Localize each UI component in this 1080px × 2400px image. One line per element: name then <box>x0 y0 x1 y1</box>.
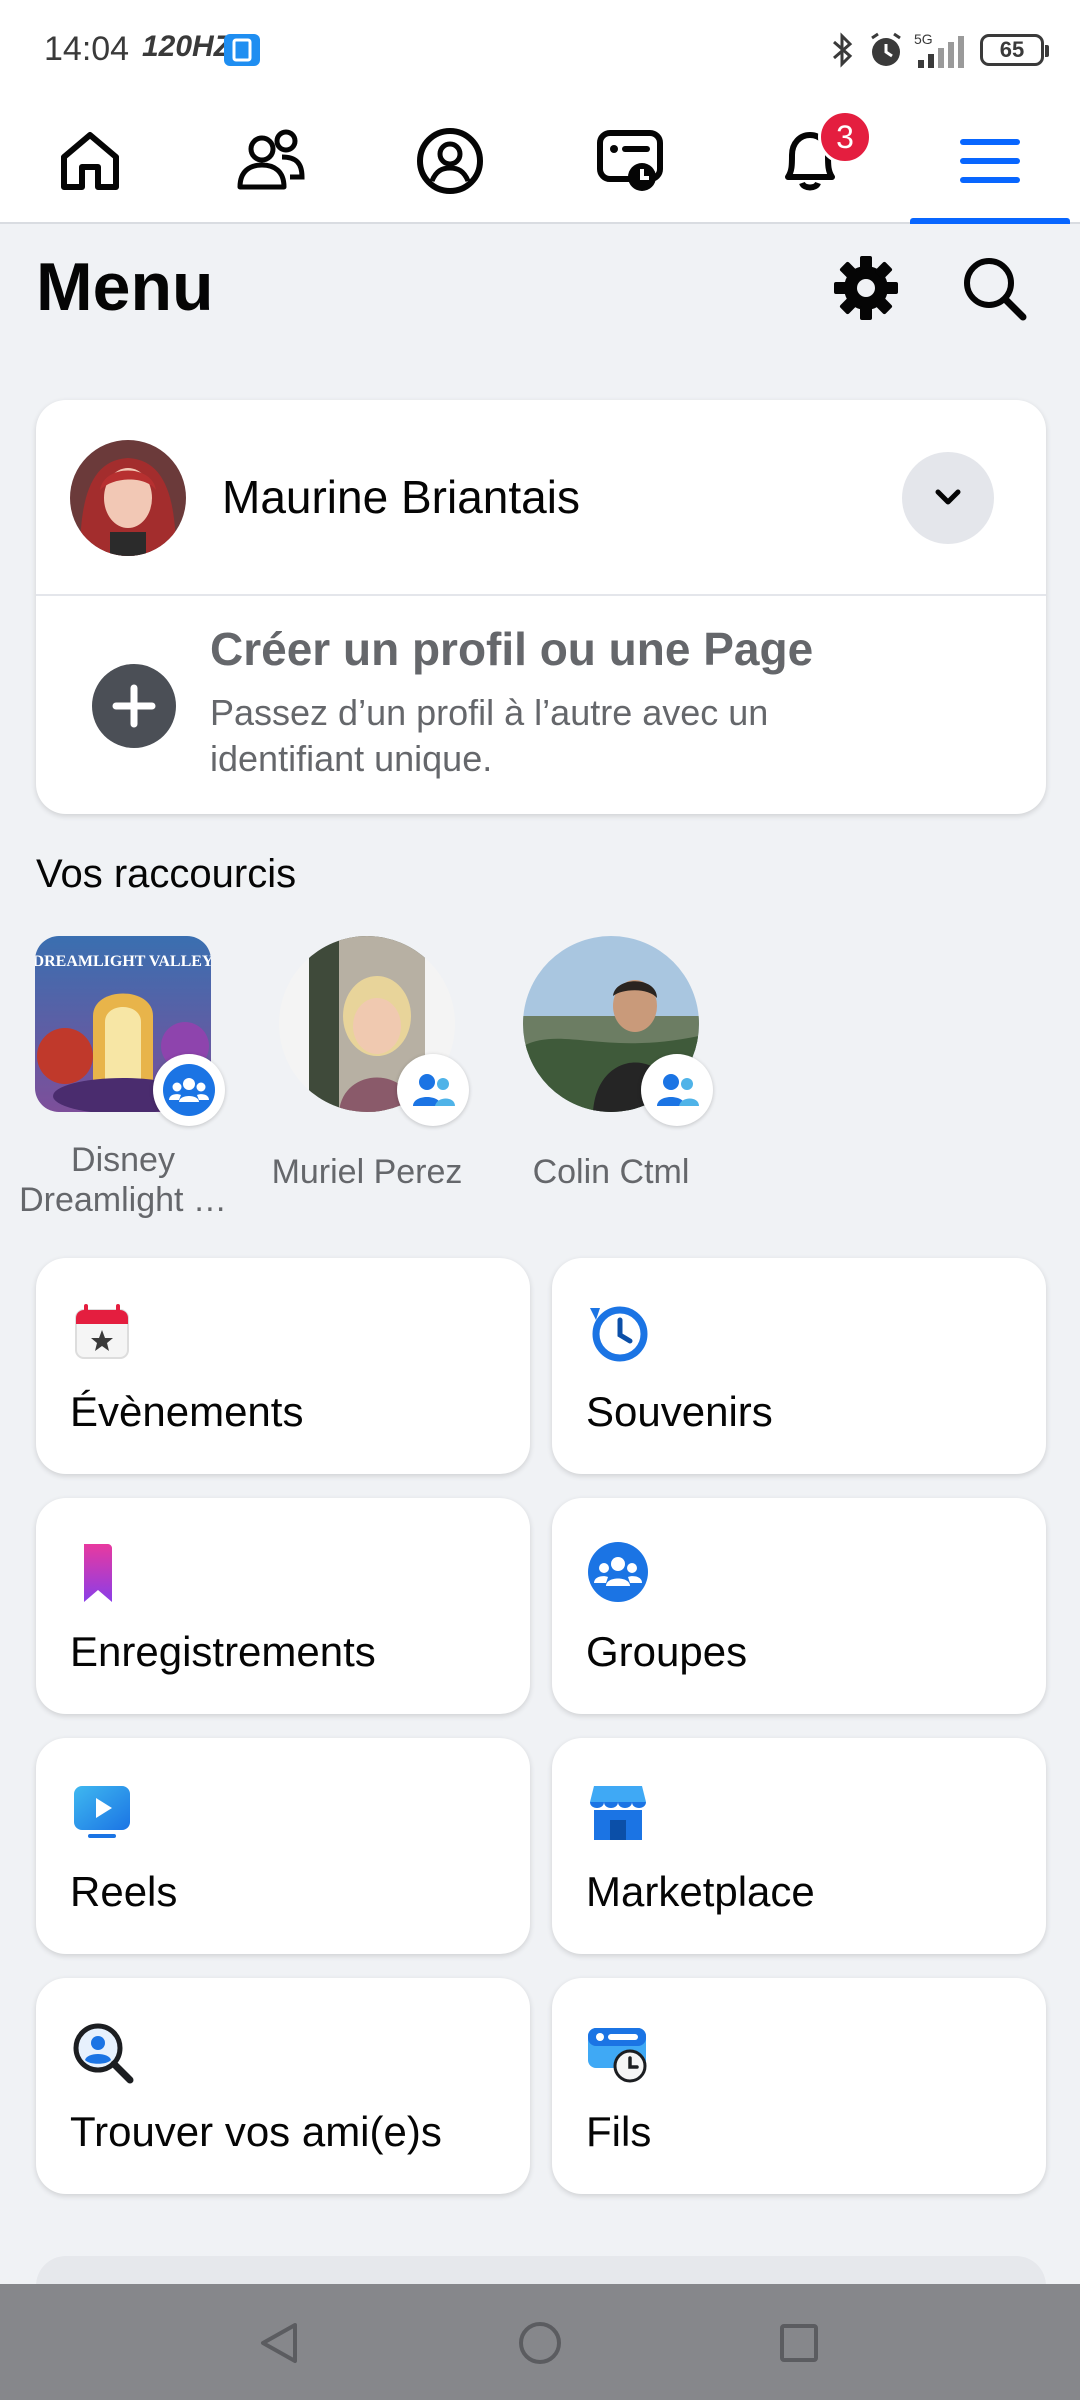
nav-notifications[interactable]: 3 <box>730 100 890 222</box>
shortcut-image <box>523 936 713 1126</box>
tile-label: Trouver vos ami(e)s <box>70 2108 442 2155</box>
friends-icon <box>413 1074 455 1106</box>
shortcut-label: Disney Dreamlight … <box>19 1141 227 1219</box>
calendar-star-icon <box>75 1304 129 1359</box>
shortcut-label: Muriel Perez <box>271 1153 463 1191</box>
top-nav: 3 <box>0 100 1080 224</box>
tile-label: Enregistrements <box>70 1628 376 1675</box>
system-back-button[interactable] <box>244 2308 314 2378</box>
avatar[interactable] <box>70 440 186 556</box>
chevron-down-icon <box>935 489 961 505</box>
tile-label: Groupes <box>586 1628 748 1675</box>
game-cover-text: DREAMLIGHT VALLEY <box>35 953 211 970</box>
nav-menu[interactable] <box>910 100 1070 224</box>
shortcuts-title: Vos raccourcis <box>36 852 297 896</box>
tile-label: Marketplace <box>586 1868 815 1915</box>
tile-reels[interactable]: Reels <box>36 1738 530 1954</box>
tile-label: Évènements <box>70 1388 304 1435</box>
tile-evenements[interactable]: Évènements <box>36 1258 530 1474</box>
friends-icon <box>657 1074 699 1106</box>
memories-clock-icon <box>590 1306 648 1362</box>
tile-label: Reels <box>70 1868 178 1915</box>
switch-profile-button[interactable] <box>902 452 994 544</box>
refresh-rate-indicator: 120HZ <box>142 30 233 63</box>
app-notification-icon <box>224 34 260 66</box>
home-circle-icon <box>519 2322 561 2364</box>
shortcut-muriel-perez[interactable]: Muriel Perez <box>252 936 482 1192</box>
search-icon <box>964 258 1027 321</box>
create-profile-subtitle: Passez d’un profil à l’autre avec un ide… <box>210 692 769 779</box>
signal-icon: 5G <box>914 31 964 68</box>
group-badge <box>153 1054 225 1126</box>
friends-icon <box>237 129 305 190</box>
back-triangle-icon <box>261 2323 297 2363</box>
feeds-icon <box>588 2028 647 2083</box>
profile-name: Maurine Briantais <box>222 471 580 523</box>
tile-label: Souvenirs <box>586 1388 773 1435</box>
tile-trouver-amis[interactable]: Trouver vos ami(e)s <box>36 1978 530 2194</box>
page-title: Menu <box>36 249 214 325</box>
feeds-clock-icon <box>597 130 663 191</box>
friend-badge <box>397 1054 469 1126</box>
system-nav-bar <box>0 2284 1080 2400</box>
groups-icon <box>588 1542 648 1602</box>
settings-button[interactable] <box>826 248 906 328</box>
status-icons: 5G 65 <box>828 28 1049 72</box>
find-friends-icon <box>73 2023 134 2084</box>
status-bar: 14:04 120HZ 5G 65 <box>0 0 1080 100</box>
network-type-label: 5G <box>914 31 933 47</box>
nav-home[interactable] <box>10 100 170 222</box>
shortcut-image: DREAMLIGHT VALLEY <box>35 936 225 1126</box>
tile-groupes[interactable]: Groupes <box>552 1498 1046 1714</box>
search-button[interactable] <box>954 248 1034 328</box>
friend-badge <box>641 1054 713 1126</box>
profile-icon <box>417 128 483 194</box>
groups-icon <box>163 1064 215 1116</box>
shortcut-label: Colin Ctml <box>532 1153 690 1191</box>
recents-square-icon <box>780 2324 818 2362</box>
tile-marketplace[interactable]: Marketplace <box>552 1738 1046 1954</box>
plus-glyph <box>112 684 156 728</box>
notification-badge: 3 <box>818 110 872 164</box>
marketplace-store-icon <box>590 1786 646 1840</box>
system-home-button[interactable] <box>505 2308 575 2378</box>
profile-photo <box>70 440 186 556</box>
status-time: 14:04 <box>44 30 130 68</box>
battery-indicator: 65 <box>980 34 1049 66</box>
profile-row[interactable]: Maurine Briantais <box>36 400 1046 596</box>
alarm-icon <box>871 32 901 66</box>
profile-card: Maurine Briantais Créer un profil ou une… <box>36 400 1046 814</box>
nav-profile[interactable] <box>370 100 530 222</box>
tile-enregistrements[interactable]: Enregistrements <box>36 1498 530 1714</box>
reels-play-icon <box>74 1786 130 1838</box>
hamburger-menu-icon <box>960 139 1020 183</box>
gear-icon <box>834 256 898 320</box>
home-icon <box>61 132 119 190</box>
create-profile-title: Créer un profil ou une Page <box>210 623 814 675</box>
shortcut-colin-ctml[interactable]: Colin Ctml <box>496 936 726 1192</box>
battery-level: 65 <box>999 37 1025 62</box>
shortcut-disney-dreamlight[interactable]: DREAMLIGHT VALLEY Disney Dreamlight … <box>8 936 238 1220</box>
tile-fils[interactable]: Fils <box>552 1978 1046 2194</box>
nav-feeds[interactable] <box>550 100 710 222</box>
bluetooth-icon <box>833 32 853 68</box>
nav-friends[interactable] <box>190 100 350 222</box>
system-recents-button[interactable] <box>764 2308 834 2378</box>
bookmark-icon <box>84 1544 112 1602</box>
plus-icon <box>92 664 176 748</box>
shortcut-image <box>279 936 469 1126</box>
tile-label: Fils <box>586 2108 652 2155</box>
tile-souvenirs[interactable]: Souvenirs <box>552 1258 1046 1474</box>
